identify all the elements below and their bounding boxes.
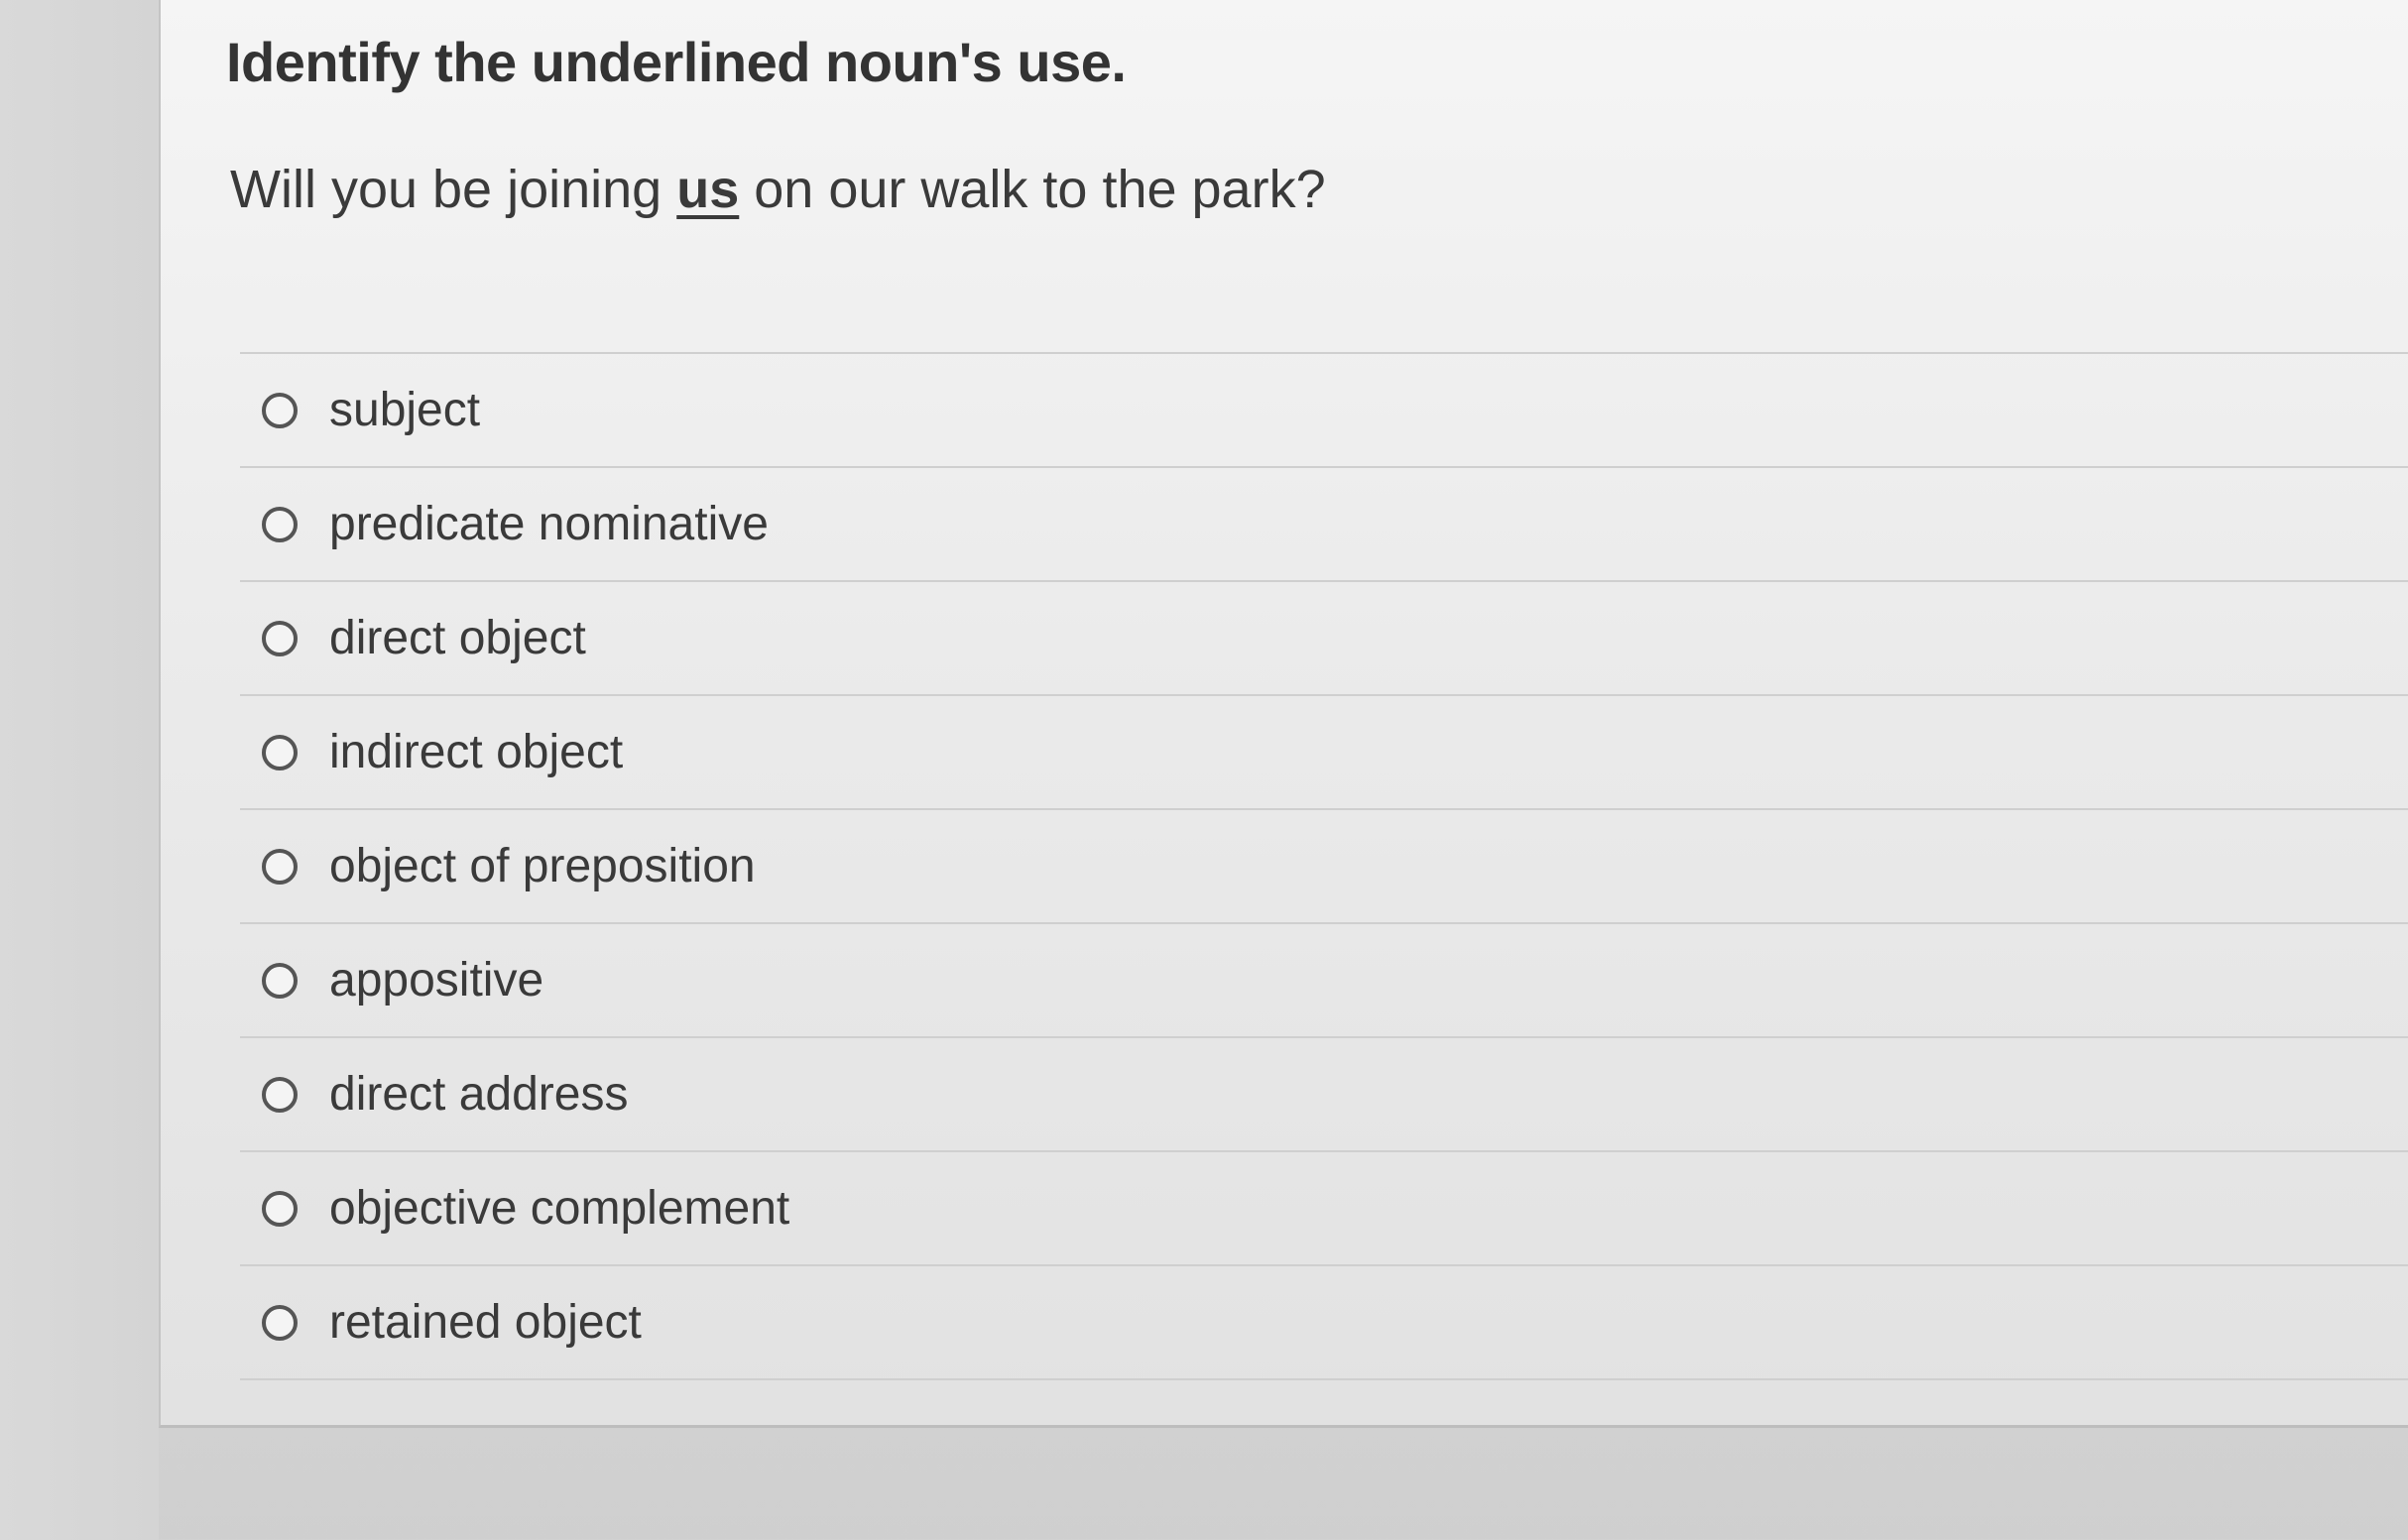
left-margin [0, 0, 159, 1540]
answer-label: appositive [329, 954, 544, 1007]
answer-option-object-of-preposition[interactable]: object of preposition [240, 810, 2408, 924]
answer-option-predicate-nominative[interactable]: predicate nominative [240, 468, 2408, 582]
radio-button[interactable] [262, 392, 298, 428]
answer-option-indirect-object[interactable]: indirect object [240, 696, 2408, 810]
radio-button[interactable] [262, 1190, 298, 1227]
radio-button[interactable] [262, 620, 298, 656]
sentence-after: on our walk to the park? [739, 160, 1326, 219]
radio-button[interactable] [262, 734, 298, 770]
answer-option-direct-object[interactable]: direct object [240, 582, 2408, 696]
radio-button[interactable] [262, 962, 298, 999]
answer-label: object of preposition [329, 840, 756, 892]
radio-button[interactable] [262, 1076, 298, 1113]
answer-option-subject[interactable]: subject [240, 354, 2408, 468]
answer-option-objective-complement[interactable]: objective complement [240, 1152, 2408, 1266]
radio-button[interactable] [262, 506, 298, 542]
answer-label: subject [329, 384, 481, 436]
answer-label: indirect object [329, 726, 624, 778]
answer-label: predicate nominative [329, 498, 769, 550]
answer-label: direct address [329, 1068, 629, 1121]
radio-button[interactable] [262, 848, 298, 885]
answer-label: objective complement [329, 1182, 790, 1235]
answer-option-appositive[interactable]: appositive [240, 924, 2408, 1038]
answer-label: direct object [329, 612, 586, 664]
underlined-noun: us [676, 160, 740, 219]
answer-option-retained-object[interactable]: retained object [240, 1266, 2408, 1380]
question-sentence: Will you be joining us on our walk to th… [230, 159, 1326, 220]
question-card: Identify the underlined noun's use. Will… [159, 0, 2408, 1428]
answer-label: retained object [329, 1296, 642, 1349]
question-prompt: Identify the underlined noun's use. [226, 31, 1127, 93]
radio-button[interactable] [262, 1304, 298, 1341]
answer-option-direct-address[interactable]: direct address [240, 1038, 2408, 1152]
answer-options: subject predicate nominative direct obje… [240, 352, 2408, 1380]
sentence-before: Will you be joining [230, 160, 677, 219]
